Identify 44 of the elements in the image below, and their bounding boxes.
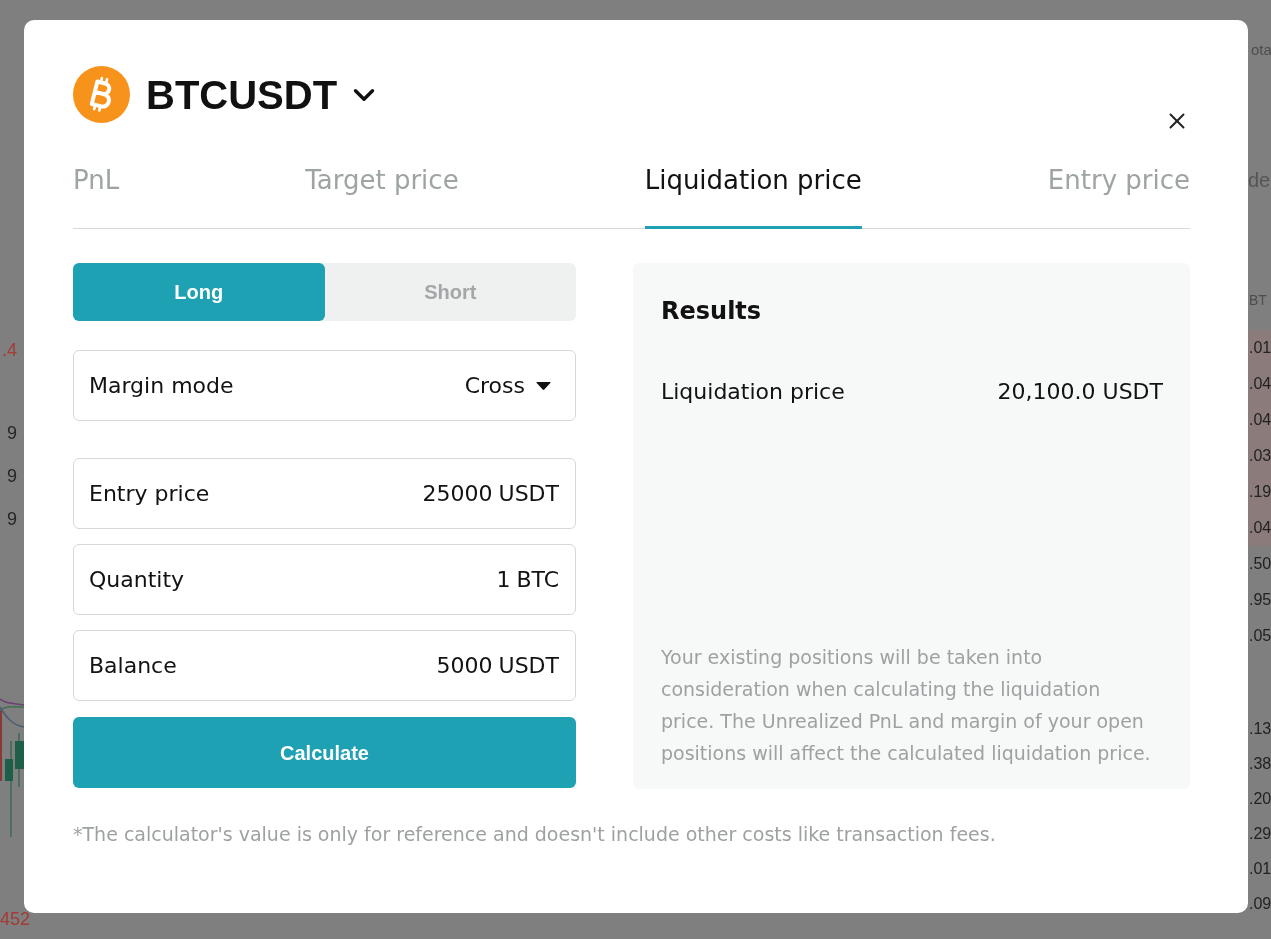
order-book-row-text: .09 (1248, 894, 1271, 914)
price-text: 9 (7, 508, 17, 531)
unit-label: USDT (498, 480, 559, 508)
results-heading: Results (661, 296, 763, 326)
order-book-row-text: .95 (1248, 590, 1271, 610)
input-field[interactable]: Entry price 25000 USDT (73, 458, 576, 529)
order-book-row-text: .20 (1248, 789, 1271, 809)
order-book-row: .19 (1248, 474, 1271, 510)
result-label: Liquidation price (661, 378, 845, 406)
price-text: 9 (7, 465, 17, 488)
price-text: 9 (7, 422, 17, 445)
order-book-row-text: .38 (1248, 754, 1271, 774)
order-book-row: .04 (1248, 366, 1271, 402)
field-label: Margin mode (89, 372, 234, 400)
field-value: 5000 (436, 652, 493, 680)
tab[interactable]: Liquidation price (644, 164, 862, 229)
order-book-row-text: .50 (1248, 554, 1271, 574)
caret-down-icon (535, 380, 552, 391)
field-value: 25000 (422, 480, 493, 508)
input-field[interactable]: Quantity 1 BTC (73, 544, 576, 615)
field-label: Quantity (89, 566, 185, 594)
disclaimer-text: *The calculator's value is only for reference and doesn't include other costs like transaction fees. (73, 822, 997, 847)
dropdown-value: Cross (464, 372, 525, 400)
order-book-row: .04 (1248, 510, 1271, 546)
price-text: 452 (0, 908, 31, 931)
order-book-row: .01 (1248, 330, 1271, 366)
bitcoin-coin-icon (73, 66, 130, 123)
symbol-selector[interactable]: BTCUSDT (146, 70, 382, 119)
results-note: Your existing positions will be taken into consideration when calculating the liquidation price. The Unrealized PnL and margin of your open positions will affect the calculated liquidation price. (661, 645, 1152, 766)
order-book-row-text: .01 (1248, 859, 1271, 879)
unit-label: BTC (516, 566, 559, 594)
price-text: .4 (2, 339, 17, 362)
result-value: 20,100.0 USDT (997, 378, 1163, 406)
field-value: 1 (496, 566, 511, 594)
field-label: Balance (89, 652, 177, 680)
order-book-row-text: .13 (1248, 719, 1271, 739)
margin-mode-dropdown[interactable]: Margin mode Cross (73, 350, 576, 421)
order-book-row: .04 (1248, 402, 1271, 438)
order-book-row: .03 (1248, 438, 1271, 474)
field-label: Entry price (89, 480, 210, 508)
unit-label: USDT (498, 652, 559, 680)
input-field[interactable]: Balance 5000 USDT (73, 630, 576, 701)
order-book-row-text: .29 (1248, 824, 1271, 844)
order-book-row-text: .05 (1248, 626, 1271, 646)
